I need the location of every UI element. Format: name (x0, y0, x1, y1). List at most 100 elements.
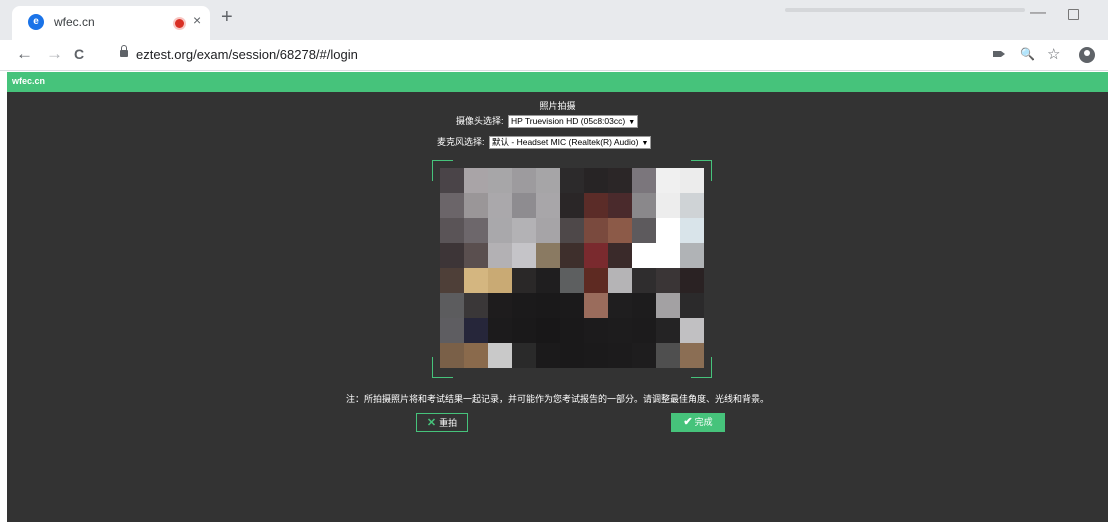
minimize-icon[interactable]: — (1030, 4, 1046, 22)
mic-select-row: 麦克风选择: 默认 - Headset MIC (Realtek(R) Audi… (437, 135, 652, 150)
mosaic-tile (632, 318, 656, 343)
mosaic-tile (680, 193, 704, 218)
mosaic-tile (560, 268, 584, 293)
mosaic-tile (632, 268, 656, 293)
mosaic-tile (584, 218, 608, 243)
mosaic-tile (680, 293, 704, 318)
done-label: 完成 (694, 417, 713, 427)
mosaic-tile (440, 343, 464, 368)
restore-icon[interactable] (1068, 9, 1079, 20)
mosaic-tile (584, 318, 608, 343)
mosaic-tile (584, 168, 608, 193)
mosaic-tile (536, 193, 560, 218)
mosaic-tile (608, 343, 632, 368)
camera-frame (432, 160, 712, 378)
mosaic-tile (488, 343, 512, 368)
mosaic-tile (440, 268, 464, 293)
mosaic-tile (512, 243, 536, 268)
mic-select[interactable]: 默认 - Headset MIC (Realtek(R) Audio) ▼ (489, 136, 652, 150)
mosaic-tile (608, 293, 632, 318)
mosaic-tile (440, 243, 464, 268)
back-icon[interactable]: ← (16, 44, 33, 64)
mosaic-tile (488, 293, 512, 318)
mosaic-tile (608, 243, 632, 268)
mosaic-tile (440, 168, 464, 193)
mosaic-tile (488, 268, 512, 293)
mosaic-tile (680, 268, 704, 293)
chevron-down-icon: ▼ (641, 140, 649, 148)
mosaic-tile (440, 318, 464, 343)
mosaic-tile (608, 193, 632, 218)
mosaic-tile (608, 218, 632, 243)
photo-capture-panel: 照片拍摄 摄像头选择: HP Truevision HD (05c8:03cc)… (7, 92, 1108, 522)
mosaic-tile (680, 243, 704, 268)
mosaic-tile (440, 293, 464, 318)
mosaic-tile (608, 318, 632, 343)
new-tab-button[interactable]: + (221, 6, 233, 29)
mosaic-tile (680, 343, 704, 368)
close-icon: ✕ (426, 417, 437, 429)
mosaic-tile (512, 293, 536, 318)
camera-select-value: HP Truevision HD (05c8:03cc) (511, 116, 626, 127)
tab-wfec[interactable]: e wfec.cn × (12, 6, 210, 40)
mosaic-tile (632, 218, 656, 243)
mosaic-tile (488, 218, 512, 243)
mosaic-tile (560, 318, 584, 343)
mosaic-tile (656, 268, 680, 293)
address-bar[interactable]: eztest.org/exam/session/68278/#/login (136, 47, 358, 62)
site-brand: wfec.cn (12, 76, 46, 86)
mosaic-tile (632, 293, 656, 318)
chevron-down-icon: ▼ (628, 119, 636, 127)
mosaic-tile (584, 243, 608, 268)
mic-select-label: 麦克风选择: (437, 137, 485, 147)
mosaic-tile (536, 343, 560, 368)
mosaic-tile (632, 343, 656, 368)
profile-icon[interactable] (1079, 47, 1095, 63)
mosaic-tile (656, 218, 680, 243)
mosaic-tile (560, 218, 584, 243)
mosaic-tile (680, 218, 704, 243)
mosaic-tile (464, 168, 488, 193)
mosaic-tile (656, 343, 680, 368)
mosaic-tile (512, 168, 536, 193)
mosaic-tile (632, 168, 656, 193)
done-button[interactable]: ✔ 完成 (671, 413, 725, 432)
camera-select[interactable]: HP Truevision HD (05c8:03cc) ▼ (508, 115, 639, 129)
camera-select-label: 摄像头选择: (456, 116, 504, 126)
retake-label: 重拍 (439, 418, 458, 428)
mosaic-tile (512, 268, 536, 293)
mosaic-tile (584, 343, 608, 368)
mosaic-tile (656, 318, 680, 343)
mosaic-tile (464, 318, 488, 343)
mosaic-tile (464, 343, 488, 368)
mosaic-tile (488, 168, 512, 193)
mosaic-tile (464, 293, 488, 318)
mosaic-tile (488, 193, 512, 218)
mosaic-tile (632, 193, 656, 218)
mosaic-tile (536, 168, 560, 193)
mosaic-tile (536, 218, 560, 243)
retake-button[interactable]: ✕ 重拍 (416, 413, 468, 432)
bookmark-star-icon[interactable]: ☆ (1047, 45, 1060, 63)
zoom-icon[interactable]: 🔍 (1020, 47, 1035, 61)
mic-select-value: 默认 - Headset MIC (Realtek(R) Audio) (492, 137, 639, 148)
mosaic-tile (680, 168, 704, 193)
mosaic-tile (560, 293, 584, 318)
capture-note: 注：所拍摄照片将和考试结果一起记录，并可能作为您考试报告的一部分。请调整最佳角度… (345, 394, 769, 404)
mosaic-tile (512, 343, 536, 368)
forward-icon[interactable]: → (46, 44, 63, 64)
mosaic-tile (536, 318, 560, 343)
mosaic-tile (560, 243, 584, 268)
reload-icon[interactable]: C (74, 46, 84, 62)
mosaic-tile (608, 168, 632, 193)
close-tab-icon[interactable]: × (193, 12, 201, 28)
mosaic-tile (632, 243, 656, 268)
mosaic-tile (512, 318, 536, 343)
camera-icon[interactable] (993, 51, 1005, 57)
mosaic-tile (464, 193, 488, 218)
mosaic-tile (560, 193, 584, 218)
site-header: wfec.cn (7, 72, 1108, 92)
mosaic-tile (536, 243, 560, 268)
lock-icon[interactable] (120, 45, 128, 57)
mosaic-tile (656, 243, 680, 268)
